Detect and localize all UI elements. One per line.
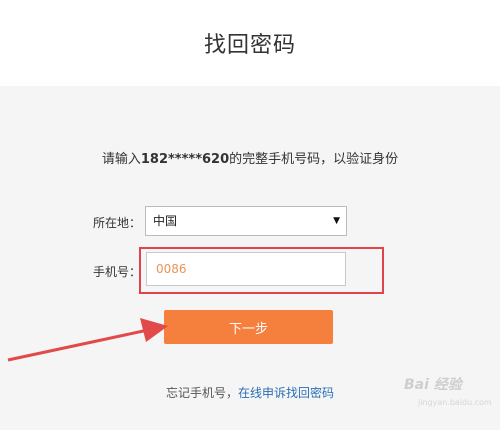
annotation-arrow — [7, 318, 168, 362]
watermark: Bai 经验 jingyan.baidu.com — [404, 374, 496, 412]
arrow-shaft — [7, 328, 149, 362]
watermark-url: jingyan.baidu.com — [418, 398, 492, 407]
arrow-head — [140, 318, 168, 342]
watermark-logo: Bai 经验 — [404, 377, 462, 393]
